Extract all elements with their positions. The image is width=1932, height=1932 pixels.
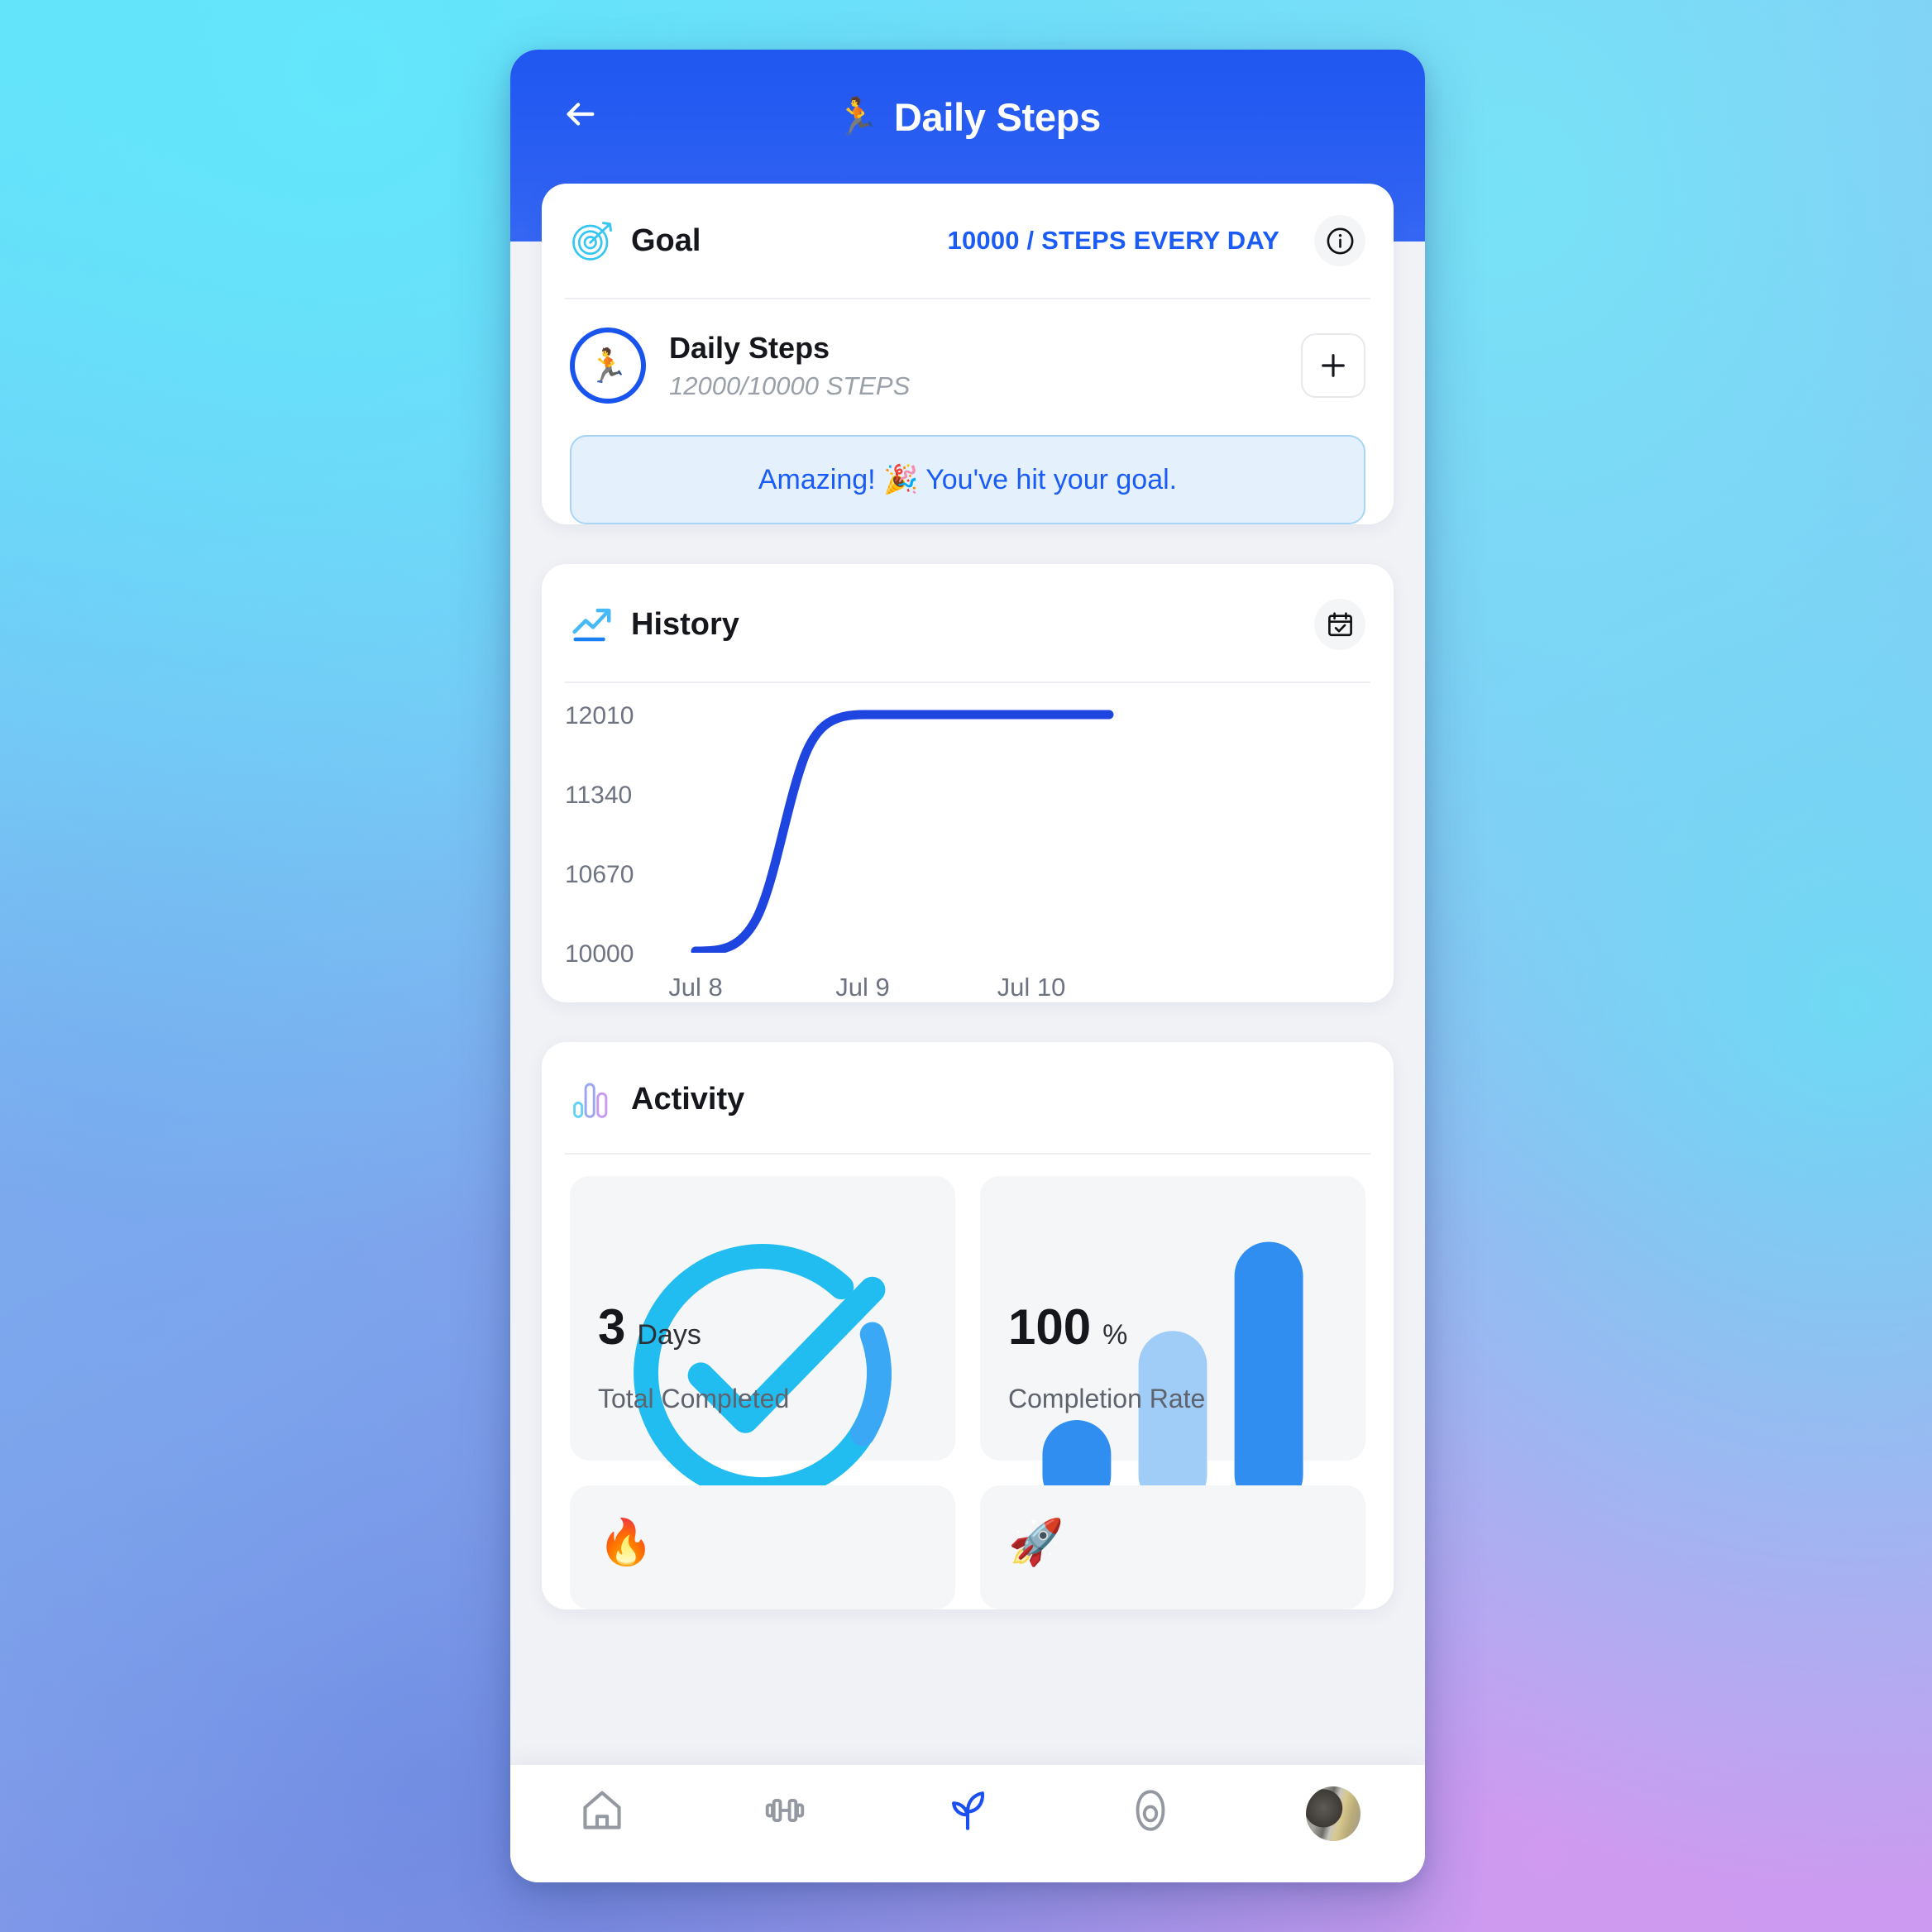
runner-icon: 🏃 (587, 347, 629, 385)
rocket-icon: 🚀 (1008, 1517, 1337, 1581)
home-icon (582, 1791, 621, 1829)
stat-unit: % (1102, 1319, 1128, 1351)
sprout-icon (952, 1791, 984, 1830)
target-icon (572, 222, 612, 261)
avocado-icon (1136, 1790, 1165, 1831)
calendar-check-icon (1327, 611, 1352, 636)
habit-name: Daily Steps (669, 330, 830, 365)
flame-emoji: 🔥 (598, 1518, 654, 1567)
stat-icon-wrap (598, 1208, 927, 1502)
runner-icon: 🏃 (834, 96, 880, 137)
activity-title: Activity (631, 1081, 745, 1117)
habit-text-group: Daily Steps 12000/10000 STEPS (669, 331, 910, 401)
stat-card-streak: 🔥 (570, 1485, 955, 1609)
chart-line (691, 710, 1114, 953)
back-button[interactable] (553, 88, 606, 141)
goal-label: Goal (631, 222, 701, 258)
goal-card: Goal 10000 / STEPS EVERY DAY 🏃 Daily Ste… (542, 184, 1394, 524)
habit-avatar: 🏃 (570, 328, 646, 404)
habit-row[interactable]: 🏃 Daily Steps 12000/10000 STEPS (542, 299, 1394, 420)
divider (565, 681, 1370, 683)
history-card: History 12010 11340 10670 10000 Jul 8 Ju… (542, 564, 1394, 1002)
x-axis-tick: Jul 9 (835, 973, 890, 1002)
stat-value: 100 (1008, 1299, 1092, 1355)
stat-card-total-completed: 3 Days Total Completed (570, 1176, 955, 1502)
page-title: Daily Steps (893, 95, 1101, 139)
x-axis-tick: Jul 10 (997, 973, 1066, 1002)
rocket-emoji: 🚀 (1008, 1518, 1064, 1567)
stat-unit: Days (637, 1319, 701, 1351)
info-button[interactable] (1314, 215, 1365, 266)
nav-item-home[interactable] (510, 1786, 693, 1834)
profile-avatar (1306, 1786, 1361, 1841)
goal-value: 10000 / STEPS EVERY DAY (947, 226, 1279, 255)
flame-icon: 🔥 (598, 1517, 927, 1581)
add-button[interactable] (1301, 333, 1365, 398)
x-axis-tick: Jul 8 (668, 973, 723, 1002)
stat-card-best: 🚀 (980, 1485, 1365, 1609)
y-axis-tick: 10670 (565, 861, 634, 888)
stat-card-completion-rate: 100 % Completion Rate (980, 1176, 1365, 1509)
history-chart: 12010 11340 10670 10000 Jul 8 Jul 9 Jul … (565, 702, 1370, 1002)
activity-card: Activity 3 Days Total Completed 100 % Co… (542, 1042, 1394, 1609)
nav-item-workouts[interactable] (693, 1786, 876, 1834)
history-header-row: History (542, 564, 1394, 681)
plus-icon (1322, 354, 1345, 377)
habit-progress: 12000/10000 STEPS (669, 371, 911, 400)
calendar-button[interactable] (1314, 599, 1365, 650)
history-title: History (631, 606, 739, 642)
activity-header-row: Activity (542, 1042, 1394, 1153)
arrow-left-icon (567, 103, 595, 126)
nav-item-nutrition[interactable] (876, 1786, 1059, 1834)
goal-header-row: Goal 10000 / STEPS EVERY DAY (542, 184, 1394, 298)
bottom-nav (510, 1765, 1425, 1882)
y-axis-tick: 11340 (565, 782, 633, 809)
bar-chart-icon (573, 1083, 608, 1118)
y-axis-tick: 12010 (565, 702, 634, 729)
scroll-content[interactable]: Goal 10000 / STEPS EVERY DAY 🏃 Daily Ste… (510, 184, 1425, 1805)
header-title-group: 🏃 Daily Steps (510, 89, 1425, 140)
trending-up-icon (572, 608, 611, 642)
dumbbell-icon (765, 1798, 804, 1823)
y-axis-tick: 10000 (565, 940, 634, 968)
nav-item-profile[interactable] (1242, 1786, 1425, 1841)
activity-stat-grid: 3 Days Total Completed 100 % Completion … (542, 1155, 1394, 1609)
nav-item-food[interactable] (1059, 1786, 1242, 1834)
info-icon (1327, 227, 1353, 254)
desktop-background: 🏃 Daily Steps Goal 10000 / STEPS EVERY D… (0, 0, 1932, 1932)
goal-achieved-banner: Amazing! 🎉 You've hit your goal. (570, 435, 1365, 524)
stat-icon-wrap (1008, 1208, 1337, 1509)
phone-frame: 🏃 Daily Steps Goal 10000 / STEPS EVERY D… (510, 50, 1425, 1882)
stat-value: 3 (598, 1299, 626, 1355)
